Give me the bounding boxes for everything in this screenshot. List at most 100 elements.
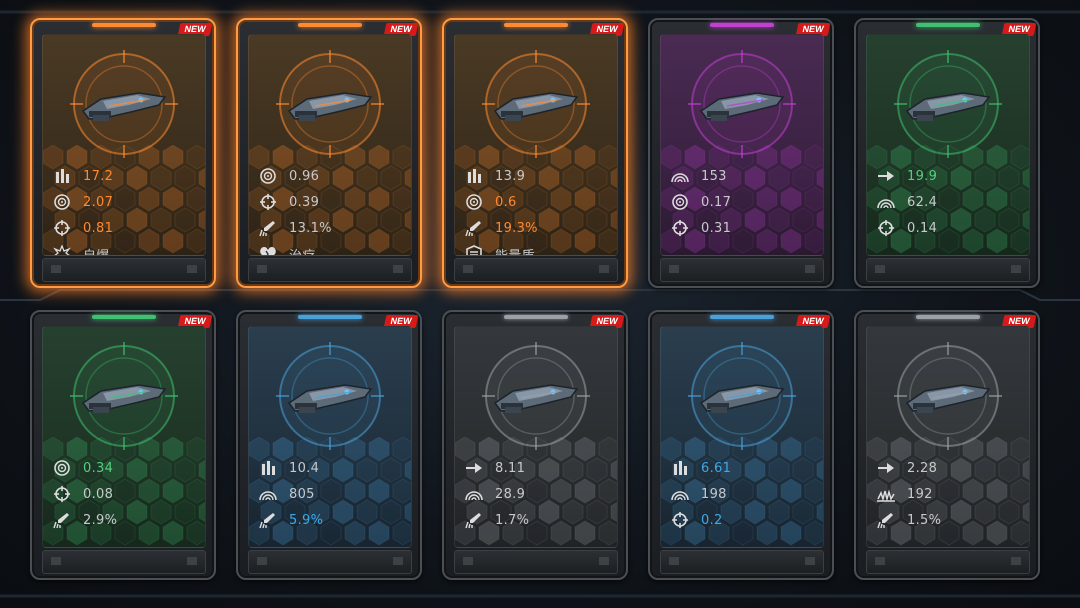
ship-card[interactable]: NEW 0.34 0.08 2.9% <box>30 310 216 580</box>
ship-card[interactable]: NEW 2.28 192 1.5% <box>854 310 1040 580</box>
stat-list: 153 0.17 0.31 <box>671 163 819 241</box>
stat-value: 自爆 <box>83 248 110 256</box>
fire-rate-icon <box>54 194 70 210</box>
stat-value: 5.9% <box>289 512 324 528</box>
crosshair-icon <box>260 194 276 210</box>
stat-row: 805 <box>259 481 407 507</box>
stat-value: 1.5% <box>907 512 942 528</box>
rarity-bar <box>710 315 774 319</box>
stat-value: 0.39 <box>289 194 320 210</box>
missile-icon <box>877 513 893 529</box>
stat-list: 10.4 805 5.9% <box>259 455 407 533</box>
radar-icon <box>465 491 483 501</box>
stat-row: 5.9% <box>259 507 407 533</box>
stat-value: 192 <box>907 486 933 502</box>
stat-value: 10.4 <box>289 460 320 476</box>
stat-row: 0.14 <box>877 215 1025 241</box>
crosshair-icon <box>54 486 70 502</box>
radar-icon <box>671 491 689 501</box>
stat-row: 6.61 <box>671 455 819 481</box>
heal-icon <box>260 247 276 255</box>
stat-value: 13.9 <box>495 168 526 184</box>
explode-icon <box>53 245 71 255</box>
ship-card[interactable]: NEW 6.61 198 0.2 <box>648 310 834 580</box>
rarity-bar <box>504 23 568 27</box>
ship-card[interactable]: NEW 10.4 805 5.9% <box>236 310 422 580</box>
stat-value: 0.08 <box>83 486 114 502</box>
card-footer <box>866 258 1030 282</box>
shield-icon <box>466 245 482 255</box>
stat-row: 0.2 <box>671 507 819 533</box>
stat-list: 13.9 0.6 19.3% 能量盾 <box>465 163 613 256</box>
stat-row: 自爆 <box>53 241 201 256</box>
ship-card[interactable]: NEW 153 0.17 0.31 <box>648 18 834 288</box>
ship-card[interactable]: NEW 0.96 0.39 13.1% 治疗 <box>236 18 422 288</box>
missile-icon <box>465 221 481 237</box>
crosshair-icon <box>878 220 894 236</box>
stat-row: 0.17 <box>671 189 819 215</box>
ammo-icon <box>674 461 687 475</box>
card-panel: 13.9 0.6 19.3% 能量盾 <box>454 34 618 256</box>
spaceship-icon <box>699 384 785 413</box>
card-panel: 17.2 2.07 0.81 自爆 <box>42 34 206 256</box>
stat-list: 2.28 192 1.5% <box>877 455 1025 533</box>
stat-row: 28.9 <box>465 481 613 507</box>
stat-row: 治疗 <box>259 241 407 255</box>
stat-value: 0.96 <box>289 168 320 184</box>
stat-value: 6.61 <box>701 460 732 476</box>
card-footer <box>454 258 618 282</box>
ship-card[interactable]: NEW 19.9 62.4 0.14 <box>854 18 1040 288</box>
stat-value: 1.7% <box>495 512 530 528</box>
ship-card[interactable]: NEW 13.9 0.6 19.3% 能量盾 <box>442 18 628 288</box>
rarity-bar <box>92 315 156 319</box>
rarity-bar <box>504 315 568 319</box>
missile-icon <box>259 221 275 237</box>
card-panel: 0.96 0.39 13.1% 治疗 <box>248 34 412 256</box>
stat-value: 0.14 <box>907 220 938 236</box>
fire-rate-icon <box>260 168 276 184</box>
crosshair-icon <box>672 220 688 236</box>
rarity-bar <box>92 23 156 27</box>
missile-icon <box>259 513 275 529</box>
radar-icon <box>877 199 895 209</box>
card-panel: 8.11 28.9 1.7% <box>454 326 618 548</box>
stat-row: 153 <box>671 163 819 189</box>
spaceship-icon <box>287 384 373 413</box>
ship-card[interactable]: NEW 17.2 2.07 0.81 自爆 <box>30 18 216 288</box>
stat-row: 0.81 <box>53 215 201 241</box>
stat-value: 19.3% <box>495 220 538 236</box>
stat-value: 0.34 <box>83 460 114 476</box>
stat-row: 8.11 <box>465 455 613 481</box>
rarity-bar <box>710 23 774 27</box>
card-footer <box>660 258 824 282</box>
stat-list: 17.2 2.07 0.81 自爆 <box>53 163 201 256</box>
stat-row: 2.9% <box>53 507 201 533</box>
card-panel: 6.61 198 0.2 <box>660 326 824 548</box>
stat-row: 0.08 <box>53 481 201 507</box>
card-panel: 153 0.17 0.31 <box>660 34 824 256</box>
stat-row: 能量盾 <box>465 241 613 256</box>
stat-row: 62.4 <box>877 189 1025 215</box>
card-panel: 0.34 0.08 2.9% <box>42 326 206 548</box>
ship-card[interactable]: NEW 8.11 28.9 1.7% <box>442 310 628 580</box>
stat-row: 1.7% <box>465 507 613 533</box>
stat-value: 805 <box>289 486 315 502</box>
stat-value: 2.28 <box>907 460 938 476</box>
stat-value: 62.4 <box>907 194 938 210</box>
stat-list: 6.61 198 0.2 <box>671 455 819 533</box>
spaceship-icon <box>905 384 991 413</box>
stat-value: 153 <box>701 168 727 184</box>
crosshair-icon <box>672 512 688 528</box>
speed-arrow-icon <box>466 463 482 473</box>
rarity-bar <box>916 23 980 27</box>
stat-value: 0.2 <box>701 512 723 528</box>
radar-icon <box>671 173 689 183</box>
spaceship-icon <box>905 92 991 121</box>
stat-value: 19.9 <box>907 168 938 184</box>
spaceship-icon <box>493 92 579 121</box>
spaceship-icon <box>493 384 579 413</box>
spaceship-icon <box>81 384 167 413</box>
fire-rate-icon <box>466 194 482 210</box>
stat-value: 能量盾 <box>495 248 535 256</box>
stat-list: 0.96 0.39 13.1% 治疗 <box>259 163 407 255</box>
